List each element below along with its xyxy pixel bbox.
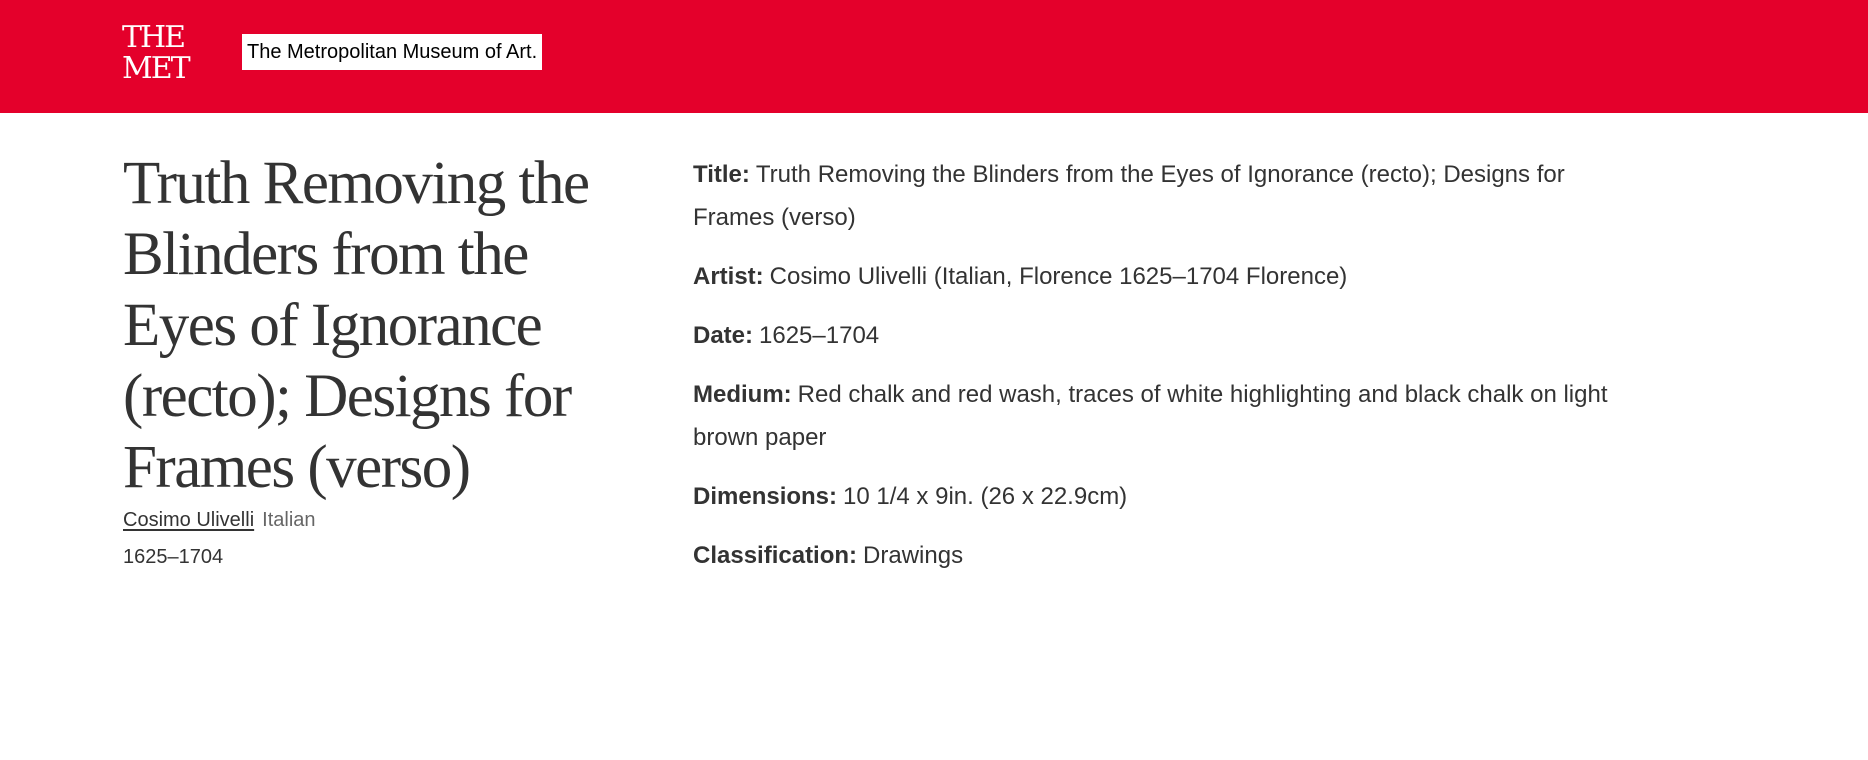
artwork-title: Truth Removing the Blinders from the Eye… xyxy=(123,150,590,501)
logo-line-met: MET xyxy=(122,51,191,86)
detail-label: Artist: xyxy=(693,263,764,290)
detail-artist: Artist: Cosimo Ulivelli (Italian, Florenc… xyxy=(693,255,1623,298)
object-details: Title: Truth Removing the Blinders from t… xyxy=(693,153,1623,593)
artist-line: Cosimo Ulivelli Italian xyxy=(123,506,316,534)
detail-date: Date: 1625–1704 xyxy=(693,314,1623,357)
site-name-link[interactable]: The Metropolitan Museum of Art. xyxy=(242,34,543,70)
detail-classification: Classification: Drawings xyxy=(693,534,1623,577)
detail-medium: Medium: Red chalk and red wash, traces of… xyxy=(693,373,1623,459)
detail-value: Drawings xyxy=(863,542,964,569)
detail-label: Medium: xyxy=(693,381,792,408)
site-header: THE MET The Metropolitan Museum of Art. xyxy=(0,0,1868,113)
logo-line-the: THE xyxy=(122,20,186,55)
detail-label: Classification: xyxy=(693,542,858,569)
met-logo[interactable]: THE MET xyxy=(122,20,191,86)
detail-value: 1625–1704 xyxy=(759,322,880,349)
detail-value: 10 1/4 x 9in. (26 x 22.9cm) xyxy=(843,483,1128,510)
detail-value: Truth Removing the Blinders from the Eye… xyxy=(693,161,1565,231)
detail-label: Dimensions: xyxy=(693,483,838,510)
detail-value: Cosimo Ulivelli (Italian, Florence 1625–… xyxy=(769,263,1348,290)
detail-title: Title: Truth Removing the Blinders from t… xyxy=(693,153,1623,239)
artwork-date: 1625–1704 xyxy=(123,546,224,568)
detail-label: Title: xyxy=(693,161,750,188)
detail-label: Date: xyxy=(693,322,754,349)
detail-dimensions: Dimensions: 10 1/4 x 9in. (26 x 22.9cm) xyxy=(693,475,1623,518)
detail-value: Red chalk and red wash, traces of white … xyxy=(693,381,1608,451)
artist-nationality: Italian xyxy=(262,509,316,531)
artist-link[interactable]: Cosimo Ulivelli xyxy=(123,509,254,531)
